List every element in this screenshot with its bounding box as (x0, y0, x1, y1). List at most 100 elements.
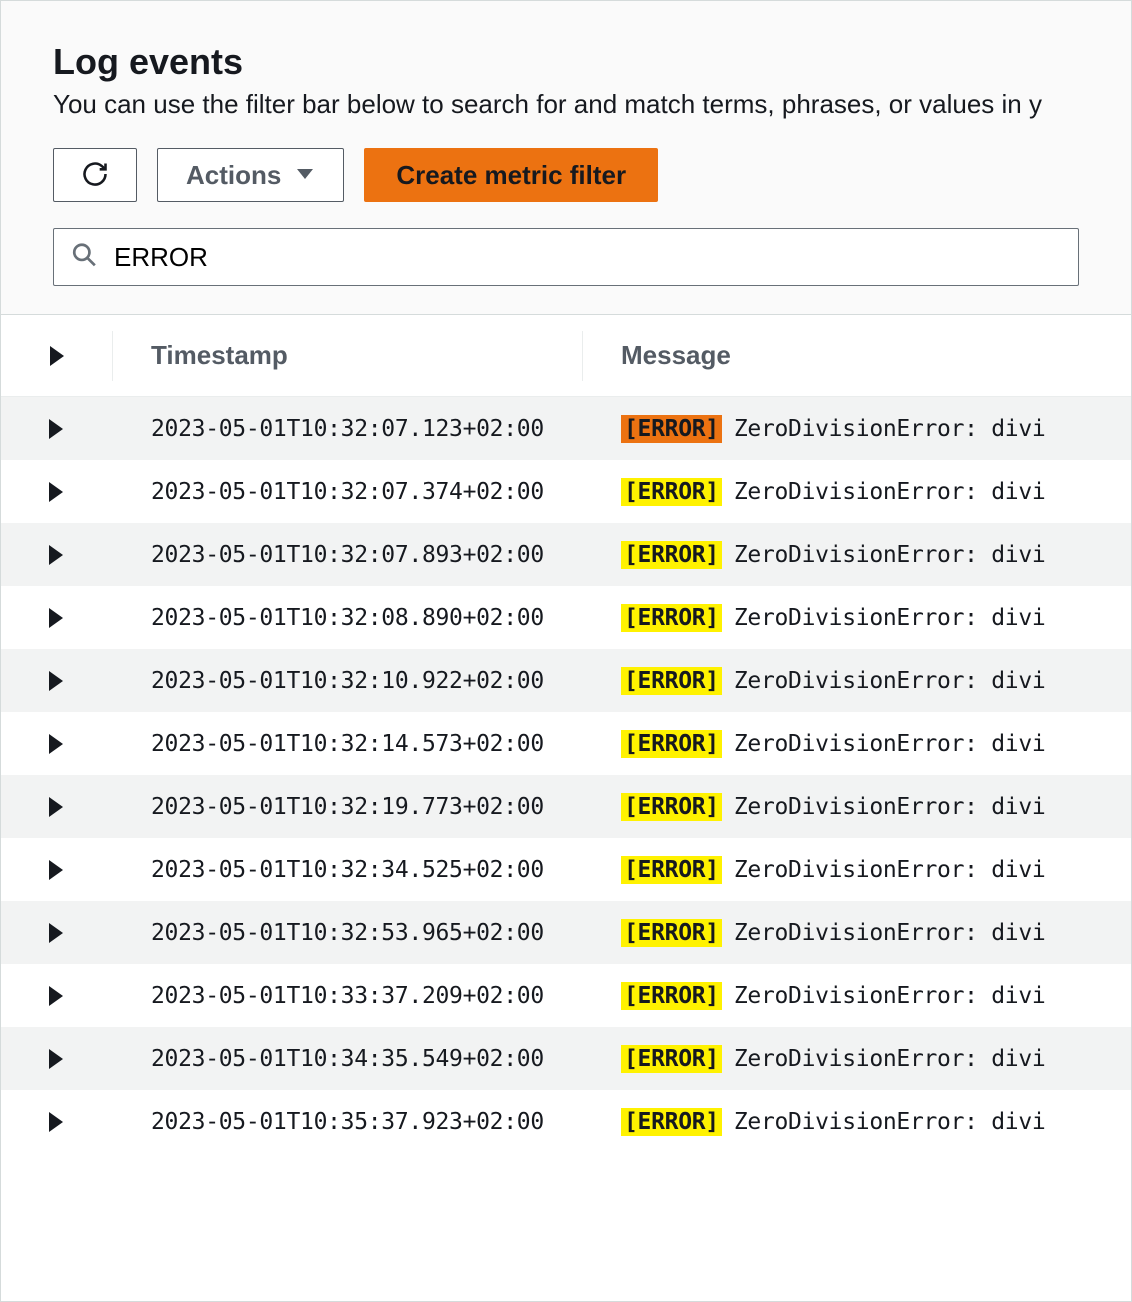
error-badge: [ERROR] (621, 478, 722, 506)
message-cell: [ERROR]ZeroDivisionError: divi (583, 856, 1131, 884)
table-row[interactable]: 2023-05-01T10:32:08.890+02:00 [ERROR] Zero… (1, 586, 1131, 649)
message-text: ZeroDivisionError: divi (734, 983, 1046, 1009)
table-row[interactable]: 2023-05-01T10:32:07.123+02:00 [ERROR] Zero… (1, 397, 1131, 460)
message-cell: [ERROR] ZeroDivisionError: divi (583, 982, 1131, 1010)
refresh-icon (81, 160, 109, 191)
error-badge: [ERROR] (621, 982, 722, 1010)
expand-column-header[interactable] (1, 331, 113, 381)
page-subtitle: You can use the filter bar below to sear… (53, 89, 1079, 120)
expand-toggle[interactable] (1, 734, 113, 754)
error-badge: [ERROR] (621, 919, 722, 947)
timestamp-cell: 2023-05-01T10:34:35.549+02:00 (113, 1046, 583, 1072)
error-badge: [ERROR] (621, 1045, 722, 1073)
timestamp-cell: 2023-05-01T10:32:08.890+02:00 (113, 605, 583, 631)
message-cell: [ERROR] ZeroDivisionError: divi (583, 793, 1131, 821)
timestamp-cell: 2023-05-01T10:32:07.893+02:00 (113, 542, 583, 568)
toolbar: Actions Create metric filter (53, 148, 1079, 202)
message-text: ZeroDivisionError: divi (734, 920, 1046, 946)
search-container (53, 228, 1079, 286)
expand-toggle[interactable] (1, 923, 113, 943)
refresh-button[interactable] (53, 148, 137, 202)
timestamp-cell: 2023-05-01T10:32:07.374+02:00 (113, 479, 583, 505)
error-badge: [ERROR] (621, 793, 722, 821)
table-row[interactable]: 2023-05-01T10:33:37.209+02:00 [ERROR] Zero… (1, 964, 1131, 1027)
error-badge: [ERROR] (621, 541, 722, 569)
message-text: ZeroDivisionError: divi (734, 668, 1046, 694)
timestamp-cell: 2023-05-01T10:32:53.965+02:00 (113, 920, 583, 946)
expand-toggle[interactable] (1, 1049, 113, 1069)
table-row[interactable]: 2023-05-01T10:32:10.922+02:00[ERROR]Zero… (1, 649, 1131, 712)
table-row[interactable]: 2023-05-01T10:32:53.965+02:00 [ERROR] Zero… (1, 901, 1131, 964)
table-row[interactable]: 2023-05-01T10:32:19.773+02:00 [ERROR] Zero… (1, 775, 1131, 838)
header-section: Log events You can use the filter bar be… (1, 1, 1131, 314)
search-icon (71, 242, 97, 273)
table-body: 2023-05-01T10:32:07.123+02:00 [ERROR] Zero… (1, 397, 1131, 1153)
message-cell: [ERROR]ZeroDivisionError: divi (583, 667, 1131, 695)
log-table: Timestamp Message 2023-05-01T10:32:07.12… (1, 314, 1131, 1153)
message-text: ZeroDivisionError: divi (734, 1109, 1046, 1135)
message-text: ZeroDivisionError: divi (734, 542, 1046, 568)
message-text: ZeroDivisionError: divi (734, 605, 1046, 631)
caret-right-icon (49, 1112, 63, 1132)
caret-right-icon (49, 986, 63, 1006)
message-text: ZeroDivisionError: divi (734, 1046, 1046, 1072)
expand-toggle[interactable] (1, 419, 113, 439)
timestamp-cell: 2023-05-01T10:32:19.773+02:00 (113, 794, 583, 820)
error-badge: [ERROR] (621, 604, 722, 632)
expand-toggle[interactable] (1, 860, 113, 880)
timestamp-cell: 2023-05-01T10:32:14.573+02:00 (113, 731, 583, 757)
expand-toggle[interactable] (1, 545, 113, 565)
timestamp-cell: 2023-05-01T10:35:37.923+02:00 (113, 1109, 583, 1135)
message-text: ZeroDivisionError: divi (734, 416, 1046, 442)
actions-label: Actions (186, 160, 281, 191)
message-cell: [ERROR] ZeroDivisionError: divi (583, 919, 1131, 947)
message-text: ZeroDivisionError: divi (734, 857, 1046, 883)
timestamp-cell: 2023-05-01T10:32:07.123+02:00 (113, 416, 583, 442)
message-text: ZeroDivisionError: divi (734, 794, 1046, 820)
table-row[interactable]: 2023-05-01T10:35:37.923+02:00 [ERROR] Zero… (1, 1090, 1131, 1153)
expand-toggle[interactable] (1, 671, 113, 691)
message-text: ZeroDivisionError: divi (734, 479, 1046, 505)
caret-right-icon (49, 734, 63, 754)
caret-right-icon (49, 923, 63, 943)
expand-toggle[interactable] (1, 482, 113, 502)
message-cell: [ERROR] ZeroDivisionError: divi (583, 1108, 1131, 1136)
expand-toggle[interactable] (1, 797, 113, 817)
caret-right-icon (49, 671, 63, 691)
actions-button[interactable]: Actions (157, 148, 344, 202)
message-cell: [ERROR] ZeroDivisionError: divi (583, 730, 1131, 758)
search-input[interactable] (53, 228, 1079, 286)
caret-right-icon (49, 608, 63, 628)
timestamp-cell: 2023-05-01T10:33:37.209+02:00 (113, 983, 583, 1009)
log-events-panel: Log events You can use the filter bar be… (0, 0, 1132, 1302)
caret-right-icon (49, 545, 63, 565)
table-row[interactable]: 2023-05-01T10:32:34.525+02:00[ERROR]Zero… (1, 838, 1131, 901)
message-text: ZeroDivisionError: divi (734, 731, 1046, 757)
caret-right-icon (49, 1049, 63, 1069)
expand-toggle[interactable] (1, 608, 113, 628)
caret-right-icon (50, 346, 64, 366)
expand-toggle[interactable] (1, 986, 113, 1006)
caret-right-icon (49, 860, 63, 880)
message-cell: [ERROR] ZeroDivisionError: divi (583, 415, 1131, 443)
error-badge: [ERROR] (621, 1108, 722, 1136)
expand-toggle[interactable] (1, 1112, 113, 1132)
message-column-header[interactable]: Message (583, 331, 1131, 381)
page-title: Log events (53, 41, 1079, 83)
message-cell: [ERROR] ZeroDivisionError: divi (583, 1045, 1131, 1073)
message-cell: [ERROR] ZeroDivisionError: divi (583, 541, 1131, 569)
timestamp-column-header[interactable]: Timestamp (113, 331, 583, 381)
caret-right-icon (49, 797, 63, 817)
table-row[interactable]: 2023-05-01T10:32:07.374+02:00 [ERROR] Zero… (1, 460, 1131, 523)
timestamp-cell: 2023-05-01T10:32:34.525+02:00 (113, 857, 583, 883)
table-row[interactable]: 2023-05-01T10:34:35.549+02:00 [ERROR] Zero… (1, 1027, 1131, 1090)
timestamp-cell: 2023-05-01T10:32:10.922+02:00 (113, 668, 583, 694)
create-metric-filter-button[interactable]: Create metric filter (364, 148, 658, 202)
table-header-row: Timestamp Message (1, 315, 1131, 397)
message-cell: [ERROR] ZeroDivisionError: divi (583, 604, 1131, 632)
table-row[interactable]: 2023-05-01T10:32:14.573+02:00 [ERROR] Zero… (1, 712, 1131, 775)
table-row[interactable]: 2023-05-01T10:32:07.893+02:00 [ERROR] Zero… (1, 523, 1131, 586)
error-badge: [ERROR] (621, 415, 722, 443)
error-badge: [ERROR] (621, 730, 722, 758)
caret-right-icon (49, 482, 63, 502)
